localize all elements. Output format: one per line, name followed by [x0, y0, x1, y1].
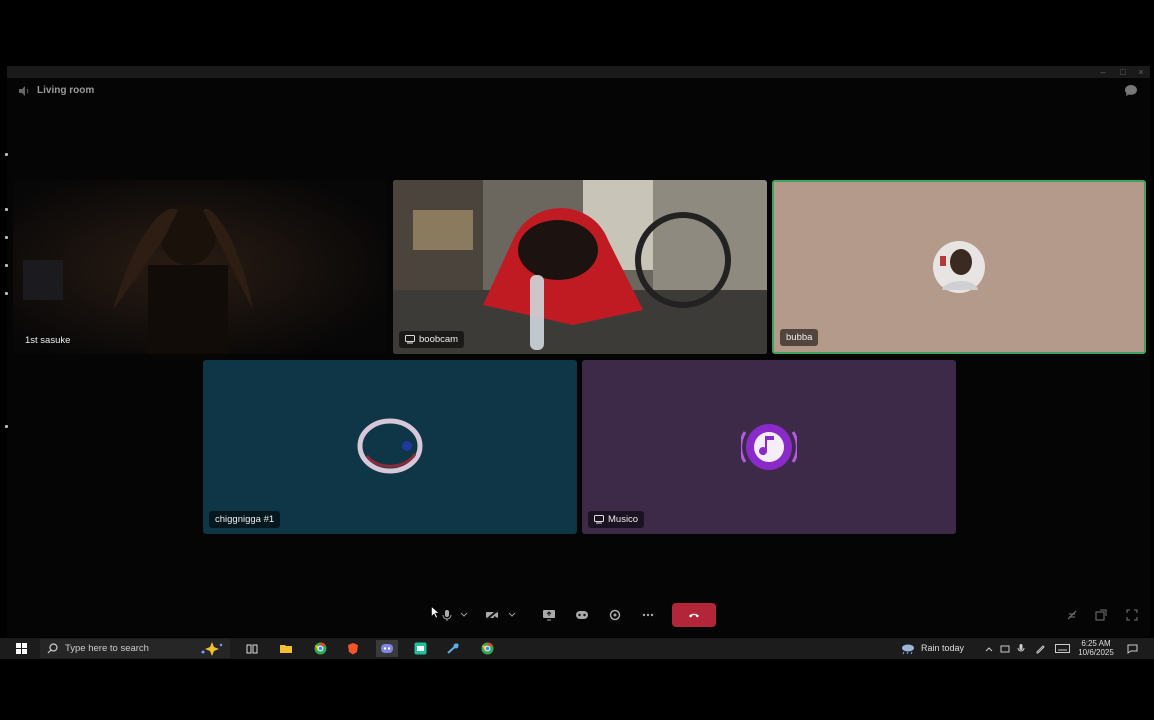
screenshare-button[interactable] — [540, 607, 558, 623]
search-icon — [47, 643, 58, 654]
participant-video — [13, 180, 387, 354]
chevron-up-icon[interactable] — [983, 640, 995, 657]
participant-name: Musico — [608, 514, 639, 525]
mic-options-chevron[interactable] — [459, 607, 469, 623]
keyboard-icon[interactable] — [1053, 640, 1071, 657]
chrome-icon[interactable] — [478, 640, 496, 657]
fullscreen-button[interactable] — [1124, 607, 1140, 623]
soundboard-icon — [609, 609, 621, 621]
clock-date: 10/6/2025 — [1078, 648, 1114, 657]
camera-options-chevron[interactable] — [507, 607, 517, 623]
taskbar-search[interactable]: Type here to search — [40, 639, 230, 658]
mouse-cursor-icon — [431, 606, 440, 619]
speaker-icon — [19, 86, 29, 96]
edge-indicator — [5, 153, 8, 156]
participant-name-label: bubba — [780, 329, 819, 346]
participant-tile-chiggnigga[interactable]: chiggnigga #1 — [203, 360, 577, 534]
screenshare-stream-icon — [594, 515, 604, 524]
chevron-down-icon — [460, 612, 468, 617]
activities-button[interactable] — [573, 607, 591, 623]
title-bar: – □ × — [7, 66, 1150, 78]
edge-indicator — [5, 425, 8, 428]
app-icon[interactable] — [411, 640, 429, 657]
screenshare-icon — [543, 610, 555, 621]
avatar — [357, 418, 423, 474]
music-avatar-icon — [741, 424, 797, 470]
notifications-icon[interactable] — [1125, 640, 1139, 657]
channel-name: Living room — [37, 85, 95, 96]
network-icon[interactable] — [999, 640, 1011, 657]
sparkle-icon — [201, 642, 223, 656]
participant-name: 1st sasuke — [25, 335, 71, 346]
more-icon — [642, 613, 654, 617]
avatar — [933, 241, 985, 293]
minimize-icon[interactable]: – — [1094, 66, 1112, 78]
weather-icon[interactable] — [900, 640, 916, 657]
start-button[interactable] — [12, 640, 30, 657]
edge-indicator — [5, 264, 8, 267]
popout-button[interactable] — [1093, 607, 1109, 623]
disconnect-button[interactable] — [672, 603, 716, 627]
screenshare-stream-icon — [405, 335, 415, 344]
steam-icon[interactable] — [444, 640, 462, 657]
edge-indicator — [5, 208, 8, 211]
edge-indicator — [5, 292, 8, 295]
participant-tile-boobcam[interactable]: boobcam — [393, 180, 767, 354]
microphone-icon — [442, 610, 452, 621]
popout-icon — [1095, 609, 1107, 621]
hide-participants-button[interactable] — [1064, 607, 1080, 623]
windows-taskbar: Type here to search Rain today 6:25 AM 1… — [0, 638, 1154, 659]
chevron-down-icon — [508, 612, 516, 617]
task-view-icon[interactable] — [243, 640, 261, 657]
pen-icon[interactable] — [1033, 640, 1047, 657]
file-explorer-icon[interactable] — [277, 640, 295, 657]
camera-button[interactable] — [483, 607, 501, 623]
edge-indicator — [5, 236, 8, 239]
brave-icon[interactable] — [344, 640, 362, 657]
gamepad-icon — [576, 611, 588, 619]
participant-tile-musico[interactable]: Musico — [582, 360, 956, 534]
windows-logo-icon — [15, 643, 27, 654]
participant-video — [393, 180, 767, 354]
voice-call-window: – □ × Living room 1st sasuke boobcam bub… — [7, 66, 1150, 637]
more-options-button[interactable] — [639, 607, 657, 623]
hide-participants-icon — [1067, 610, 1077, 620]
participant-tile-sasuke[interactable]: 1st sasuke — [13, 180, 387, 354]
participant-name: chiggnigga #1 — [215, 514, 275, 525]
close-icon[interactable]: × — [1132, 66, 1150, 78]
clock[interactable]: 6:25 AM 10/6/2025 — [1076, 639, 1116, 657]
camera-off-icon — [485, 609, 499, 621]
chat-bubble-icon[interactable] — [1124, 84, 1138, 97]
clock-time: 6:25 AM — [1081, 639, 1111, 648]
participant-name-label: boobcam — [399, 331, 465, 348]
participant-tile-bubba[interactable]: bubba — [772, 180, 1146, 354]
maximize-icon[interactable]: □ — [1114, 66, 1132, 78]
participant-name: boobcam — [419, 334, 459, 345]
fullscreen-icon — [1126, 609, 1138, 621]
weather-text[interactable]: Rain today — [921, 644, 964, 653]
participant-name-label: chiggnigga #1 — [209, 511, 281, 528]
participant-name-label: 1st sasuke — [25, 335, 70, 346]
microphone-button[interactable] — [439, 607, 455, 623]
participant-name: bubba — [786, 332, 813, 343]
search-placeholder: Type here to search — [65, 643, 149, 654]
discord-icon[interactable] — [376, 640, 398, 657]
hang-up-icon — [689, 613, 699, 618]
participant-name-label: Musico — [588, 511, 645, 528]
chrome-icon[interactable] — [311, 640, 329, 657]
microphone-tray-icon[interactable] — [1015, 640, 1027, 657]
soundboard-button[interactable] — [606, 607, 624, 623]
